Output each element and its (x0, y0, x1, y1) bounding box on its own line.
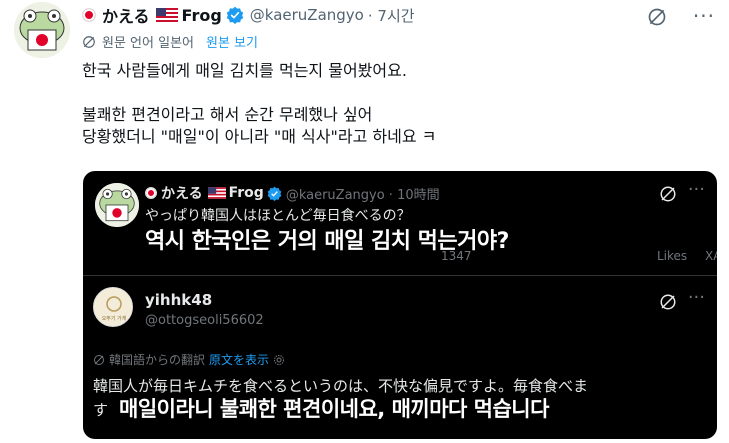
show-original-link[interactable]: 원본 보기 (206, 32, 258, 51)
reply-display-name: yihhk48 (145, 291, 213, 309)
quote-display-name: かえる (161, 186, 203, 202)
translation-label: 원문 언어 일본어 (102, 36, 194, 51)
flag-label[interactable]: Frog (182, 6, 222, 25)
logo-avatar-icon: 오뚜기 가게 (94, 288, 132, 326)
reply-overlay-caption: 매일이라니 불쾌한 편견이네요, 매끼마다 먹습니다 (119, 397, 549, 421)
tweet-line: 불쾌한 편견이라고 해서 순간 무례했나 싶어 (82, 105, 373, 124)
svg-text:오뚜기 가게: 오뚜기 가게 (102, 315, 127, 322)
translate-icon (94, 354, 104, 365)
frog-avatar-icon (14, 2, 70, 58)
quote-header: かえる Frog @kaeruZangyo · 10時間 (145, 183, 705, 203)
more-options-icon[interactable]: ··· (693, 4, 715, 28)
tweet-line: 당황했더니 "매일"이 아니라 "매 식사"라고 하네요 ㅋ (82, 127, 437, 146)
us-flag-icon (207, 187, 226, 199)
verified-badge-icon[interactable] (226, 6, 244, 24)
more-options-icon: ··· (687, 287, 705, 308)
grok-icon (659, 185, 677, 207)
grok-icon[interactable] (647, 7, 667, 31)
quote-flag-label: Frog (228, 185, 264, 201)
reply-translation-label: 韓国語からの翻訳 (109, 353, 206, 367)
tweet-header: かえる Frog @kaeruZangyo · 7시간 ··· (82, 3, 715, 28)
display-name[interactable]: かえる (102, 3, 150, 27)
tweet-body: 한국 사람들에게 매일 김치를 먹는지 물어봤어요. 불쾌한 편견이라고 해서 … (82, 60, 709, 148)
reply-avatar: 오뚜기 가게 (93, 287, 133, 327)
frog-avatar-icon (95, 183, 139, 227)
japan-flag-icon (145, 187, 157, 199)
divider (83, 275, 717, 276)
grok-icon (659, 293, 677, 315)
reply-jp-text-cont: す (93, 401, 109, 419)
views-count: 1347 (441, 249, 472, 263)
reply-translation-row: 韓国語からの翻訳 原文を表示 (93, 351, 285, 368)
tweet-line: 한국 사람들에게 매일 김치를 먹는지 물어봤어요. (82, 61, 407, 80)
quote-avatar (95, 183, 139, 227)
quote-jp-text: やっぱり韓国人はほとんど毎日食べるの？ (145, 208, 411, 224)
embedded-screenshot[interactable]: かえる Frog @kaeruZangyo · 10時間 ··· やっぱり韓国人… (83, 171, 717, 439)
verified-badge-icon (267, 186, 282, 201)
reply-show-original: 原文を表示 (209, 353, 270, 367)
translation-row: 원문 언어 일본어 원본 보기 (82, 32, 258, 51)
us-flag-icon (155, 8, 178, 22)
xa-label: XA (705, 249, 717, 263)
likes-label: Likes (657, 249, 688, 263)
user-handle[interactable]: @kaeruZangyo (250, 6, 364, 24)
avatar[interactable] (14, 2, 70, 58)
translate-icon (83, 35, 95, 48)
quote-action-bar: 1347 Likes XA (145, 249, 717, 265)
more-options-icon: ··· (687, 179, 705, 200)
reply-handle: @ottogseoli56602 (145, 313, 264, 328)
japan-flag-icon (82, 8, 96, 22)
tweet-line-blank (82, 82, 709, 104)
quote-handle: @kaeruZangyo · 10時間 (285, 187, 440, 203)
gear-icon (274, 354, 285, 365)
timestamp[interactable]: · 7시간 (368, 5, 415, 26)
